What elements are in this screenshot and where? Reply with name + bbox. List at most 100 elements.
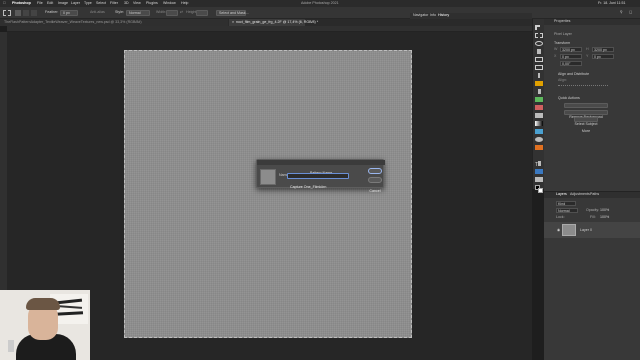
healing-brush-tool-icon[interactable]: [535, 81, 543, 86]
more-label: More: [581, 129, 591, 133]
height-value: 3200 px: [594, 48, 607, 52]
blur-tool-icon[interactable]: [535, 129, 543, 134]
menu-item-filter[interactable]: Filter: [110, 1, 118, 6]
align-icons[interactable]: [558, 85, 608, 89]
properties-panel: Properties Pixel Layer Transform W 3200 …: [544, 19, 640, 191]
menu-item-view[interactable]: View: [133, 1, 141, 6]
layers-panel: Layers Adjustments Paths Kind Normal Opa…: [544, 191, 640, 360]
select-and-mask-button[interactable]: Select and Mask...: [216, 10, 249, 16]
x-field[interactable]: 0 px: [560, 54, 582, 59]
width-input[interactable]: [166, 10, 178, 16]
menu-item-select[interactable]: Select: [96, 1, 106, 6]
fill-value[interactable]: 100%: [600, 215, 609, 220]
select-and-mask-label: Select and Mask...: [219, 11, 249, 15]
x-value: 0 px: [562, 55, 569, 59]
feather-value: 0 px: [63, 11, 70, 15]
brush-tool-icon[interactable]: [538, 89, 541, 94]
history-brush-tool-icon[interactable]: [535, 105, 543, 110]
menu-item-help[interactable]: Help: [181, 1, 188, 6]
feather-label: Feather:: [45, 10, 59, 14]
type-tool-icon[interactable]: T: [535, 153, 543, 168]
menu-item-file[interactable]: File: [37, 1, 43, 6]
marquee-tool-icon[interactable]: [3, 10, 11, 16]
crop-tool-icon[interactable]: [535, 57, 543, 62]
tab-document-1[interactable]: TheFlashPatternAdapter_TextileWeaver_Wea…: [0, 19, 228, 26]
visibility-eye-icon[interactable]: ◉: [557, 228, 560, 233]
tab-paths[interactable]: Paths: [590, 192, 599, 197]
opacity-label: Opacity:: [586, 208, 600, 212]
menu-item-image[interactable]: Image: [58, 1, 68, 6]
menu-item-plugins[interactable]: Plugins: [146, 1, 158, 6]
new-selection-icon[interactable]: [15, 10, 21, 16]
style-select[interactable]: Normal: [126, 10, 150, 16]
clone-stamp-tool-icon[interactable]: [535, 97, 543, 102]
eraser-tool-icon[interactable]: [535, 113, 543, 118]
pattern-name-input[interactable]: Capture One_Filmkörn: [287, 173, 349, 189]
marquee-tool-icon[interactable]: [535, 33, 543, 38]
add-selection-icon[interactable]: [23, 10, 29, 16]
tab-layers[interactable]: Layers: [556, 192, 567, 197]
menu-item-3d[interactable]: 3D: [124, 1, 129, 6]
menu-item-type[interactable]: Type: [84, 1, 92, 6]
opacity-value[interactable]: 100%: [600, 208, 609, 213]
menu-item-photoshop[interactable]: Photoshop: [12, 1, 31, 6]
width-field[interactable]: 3200 px: [560, 47, 582, 52]
path-select-tool-icon[interactable]: [538, 161, 541, 166]
tab-document-2[interactable]: × noct_film_grain_ge_frg_4.2F @ 17,4% (6…: [229, 19, 318, 26]
move-tool-icon[interactable]: [535, 25, 540, 30]
workspace-icon[interactable]: ▢: [629, 10, 632, 15]
cancel-button[interactable]: Cancel: [368, 177, 382, 193]
kind-label: Kind: [558, 202, 566, 206]
style-value: Normal: [129, 11, 141, 15]
tab-history[interactable]: History: [438, 13, 449, 18]
layer-filter-kind[interactable]: Kind: [556, 201, 576, 206]
ok-button[interactable]: OK: [368, 168, 382, 184]
height-input[interactable]: [196, 10, 208, 16]
antialias-label[interactable]: Anti-alias: [90, 10, 105, 15]
angle-field[interactable]: 0,00°: [560, 61, 582, 66]
lasso-tool-icon[interactable]: [535, 41, 543, 46]
feather-input[interactable]: 0 px: [60, 10, 78, 16]
dodge-tool-icon[interactable]: [535, 137, 543, 142]
eyedropper-tool-icon[interactable]: [538, 73, 540, 78]
quick-select-tool-icon[interactable]: [537, 49, 541, 54]
pattern-name-value: Capture One_Filmkörn: [290, 185, 327, 189]
document-tab-bar: TheFlashPatternAdapter_TextileWeaver_Wea…: [0, 19, 532, 26]
menu-item-window[interactable]: Window: [163, 1, 176, 6]
width-label: Width:: [156, 10, 167, 14]
blend-mode-value: Normal: [558, 209, 570, 213]
webcam-overlay: [0, 290, 90, 360]
window-title: Adobe Photoshop 2021: [301, 1, 339, 5]
more-button[interactable]: More: [574, 117, 598, 133]
frame-tool-icon[interactable]: [535, 65, 543, 70]
width-value: 3200 px: [562, 48, 575, 52]
tab-document-2-label: noct_film_grain_ge_frg_4.2F @ 17,4% (6, …: [236, 20, 319, 24]
tab-info[interactable]: Info: [430, 13, 436, 18]
menu-item-layer[interactable]: Layer: [71, 1, 80, 6]
apple-icon[interactable]: : [3, 1, 6, 6]
layer-name[interactable]: Layer 0: [580, 228, 592, 233]
hand-tool-icon[interactable]: [535, 177, 543, 182]
pen-tool-icon[interactable]: [535, 145, 543, 150]
person-hair: [26, 298, 60, 310]
swap-icon[interactable]: ⇄: [180, 10, 183, 15]
fill-label: Fill:: [590, 215, 596, 219]
menu-item-edit[interactable]: Edit: [47, 1, 53, 6]
tab-navigator[interactable]: Navigator: [413, 13, 428, 18]
y-field[interactable]: 0 px: [592, 54, 614, 59]
select-subject-button[interactable]: Select Subject: [564, 110, 608, 126]
height-field[interactable]: 3200 px: [592, 47, 614, 52]
blend-mode-select[interactable]: Normal: [556, 208, 578, 213]
close-icon[interactable]: ×: [232, 20, 234, 25]
gradient-tool-icon[interactable]: [535, 121, 543, 126]
pattern-name-dialog: Pattern Name Name: Capture One_Filmkörn …: [256, 159, 385, 193]
subtract-selection-icon[interactable]: [31, 10, 37, 16]
remove-background-button[interactable]: Remove Background: [564, 103, 608, 119]
search-icon[interactable]: ⚲: [620, 10, 623, 15]
shape-tool-icon[interactable]: [535, 169, 543, 174]
document-canvas[interactable]: [124, 50, 412, 338]
properties-title: Properties: [554, 19, 571, 23]
background-color-swatch[interactable]: [538, 188, 543, 193]
tab-adjustments[interactable]: Adjustments: [570, 192, 590, 197]
dialog-titlebar[interactable]: Pattern Name: [257, 160, 385, 175]
